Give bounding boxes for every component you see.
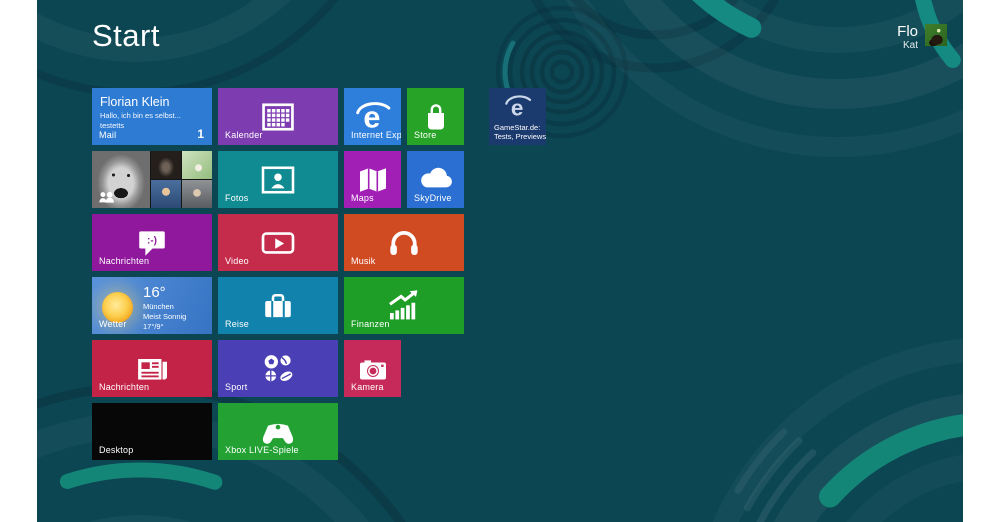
tile-maps[interactable]: Maps — [344, 151, 401, 208]
letterbox-left — [0, 0, 37, 522]
tile-desktop[interactable]: Desktop — [92, 403, 212, 460]
internet-explorer-label: Internet Explorer — [351, 130, 401, 140]
nachrichten-messaging-label: Nachrichten — [99, 256, 150, 266]
tile-wetter[interactable]: 16° München Meist Sonnig 17°/9° Wetter — [92, 277, 212, 334]
page-title: Start — [92, 18, 160, 53]
tile-internet-explorer[interactable]: e Internet Explorer — [344, 88, 401, 145]
mail-sender: Florian Klein — [100, 95, 170, 109]
tile-nachrichten-news[interactable]: Nachrichten — [92, 340, 212, 397]
xbox-label: Xbox LIVE-Spiele — [225, 445, 299, 455]
internet-explorer-icon: e — [504, 95, 531, 120]
kamera-label: Kamera — [351, 382, 384, 392]
start-screen-background: Start Flo Kat Florian Klein Hallo, ich b… — [37, 0, 963, 522]
tile-reise[interactable]: Reise — [218, 277, 338, 334]
photos-icon — [261, 166, 295, 193]
gamestar-label-line2: Tests, Previews,... — [494, 132, 546, 141]
svg-text::-): :-) — [147, 235, 157, 246]
wetter-city: München — [143, 302, 174, 311]
nachrichten-news-label: Nachrichten — [99, 382, 150, 392]
tile-fotos[interactable]: Fotos — [218, 151, 338, 208]
people-photo-small-2 — [182, 151, 212, 179]
tile-xbox-live-spiele[interactable]: Xbox LIVE-Spiele — [218, 403, 338, 460]
finanzen-label: Finanzen — [351, 319, 390, 329]
letterbox-right — [963, 0, 1000, 522]
mail-label: Mail — [99, 130, 117, 140]
music-headphones-icon — [390, 230, 418, 255]
maps-label: Maps — [351, 193, 374, 203]
user-last-name: Kat — [902, 40, 918, 51]
tile-musik[interactable]: Musik — [344, 214, 464, 271]
mail-unread-badge: 1 — [197, 127, 204, 141]
fotos-label: Fotos — [225, 193, 249, 203]
reise-label: Reise — [225, 319, 250, 329]
people-photo-collage — [92, 151, 212, 208]
gamestar-label-line1: GameStar.de: — [494, 123, 541, 132]
tile-video[interactable]: Video — [218, 214, 338, 271]
video-player-icon — [261, 231, 295, 254]
desktop-label: Desktop — [99, 445, 134, 455]
sport-label: Sport — [225, 382, 248, 392]
travel-suitcase-icon — [265, 293, 291, 317]
people-photo-small-4 — [182, 180, 212, 208]
wetter-condition: Meist Sonnig — [143, 312, 187, 321]
tile-kontakte-people[interactable] — [92, 151, 212, 208]
calendar-icon — [262, 102, 294, 131]
musik-label: Musik — [351, 256, 376, 266]
people-photo-small-3 — [151, 180, 181, 208]
mail-preview-line2: testetts — [100, 120, 125, 130]
tile-skydrive[interactable]: SkyDrive — [407, 151, 464, 208]
tile-finanzen[interactable]: Finanzen — [344, 277, 464, 334]
wetter-temperature: 16° — [143, 284, 166, 301]
video-label: Video — [225, 256, 249, 266]
svg-text:e: e — [510, 95, 523, 120]
user-first-name: Flo — [897, 23, 918, 40]
tile-nachrichten-messaging[interactable]: :-) Nachrichten — [92, 214, 212, 271]
user-profile[interactable]: Flo Kat — [897, 24, 947, 51]
people-photo-small-1 — [151, 151, 181, 179]
sport-balls-icon — [264, 354, 293, 381]
kalender-label: Kalender — [225, 130, 263, 140]
mail-preview-line1: Hallo, ich bin es selbst... — [100, 111, 181, 120]
tile-kalender[interactable]: Kalender — [218, 88, 338, 145]
tile-kamera[interactable]: Kamera — [344, 340, 401, 397]
tile-grid: Florian Klein Hallo, ich bin es selbst..… — [92, 88, 464, 460]
tile-store[interactable]: Store — [407, 88, 464, 145]
wetter-label: Wetter — [99, 319, 127, 329]
user-avatar[interactable] — [925, 24, 947, 46]
people-icon — [99, 191, 115, 203]
store-label: Store — [414, 130, 437, 140]
people-photo-large — [92, 151, 150, 208]
tile-mail[interactable]: Florian Klein Hallo, ich bin es selbst..… — [92, 88, 212, 145]
windows8-start-screen: Start Flo Kat Florian Klein Hallo, ich b… — [0, 0, 1000, 522]
wetter-range: 17°/9° — [143, 322, 164, 331]
tile-gamestar-ie-pinned-site[interactable]: e GameStar.de: Tests, Previews,... — [489, 88, 546, 145]
tile-sport[interactable]: Sport — [218, 340, 338, 397]
skydrive-label: SkyDrive — [414, 193, 452, 203]
